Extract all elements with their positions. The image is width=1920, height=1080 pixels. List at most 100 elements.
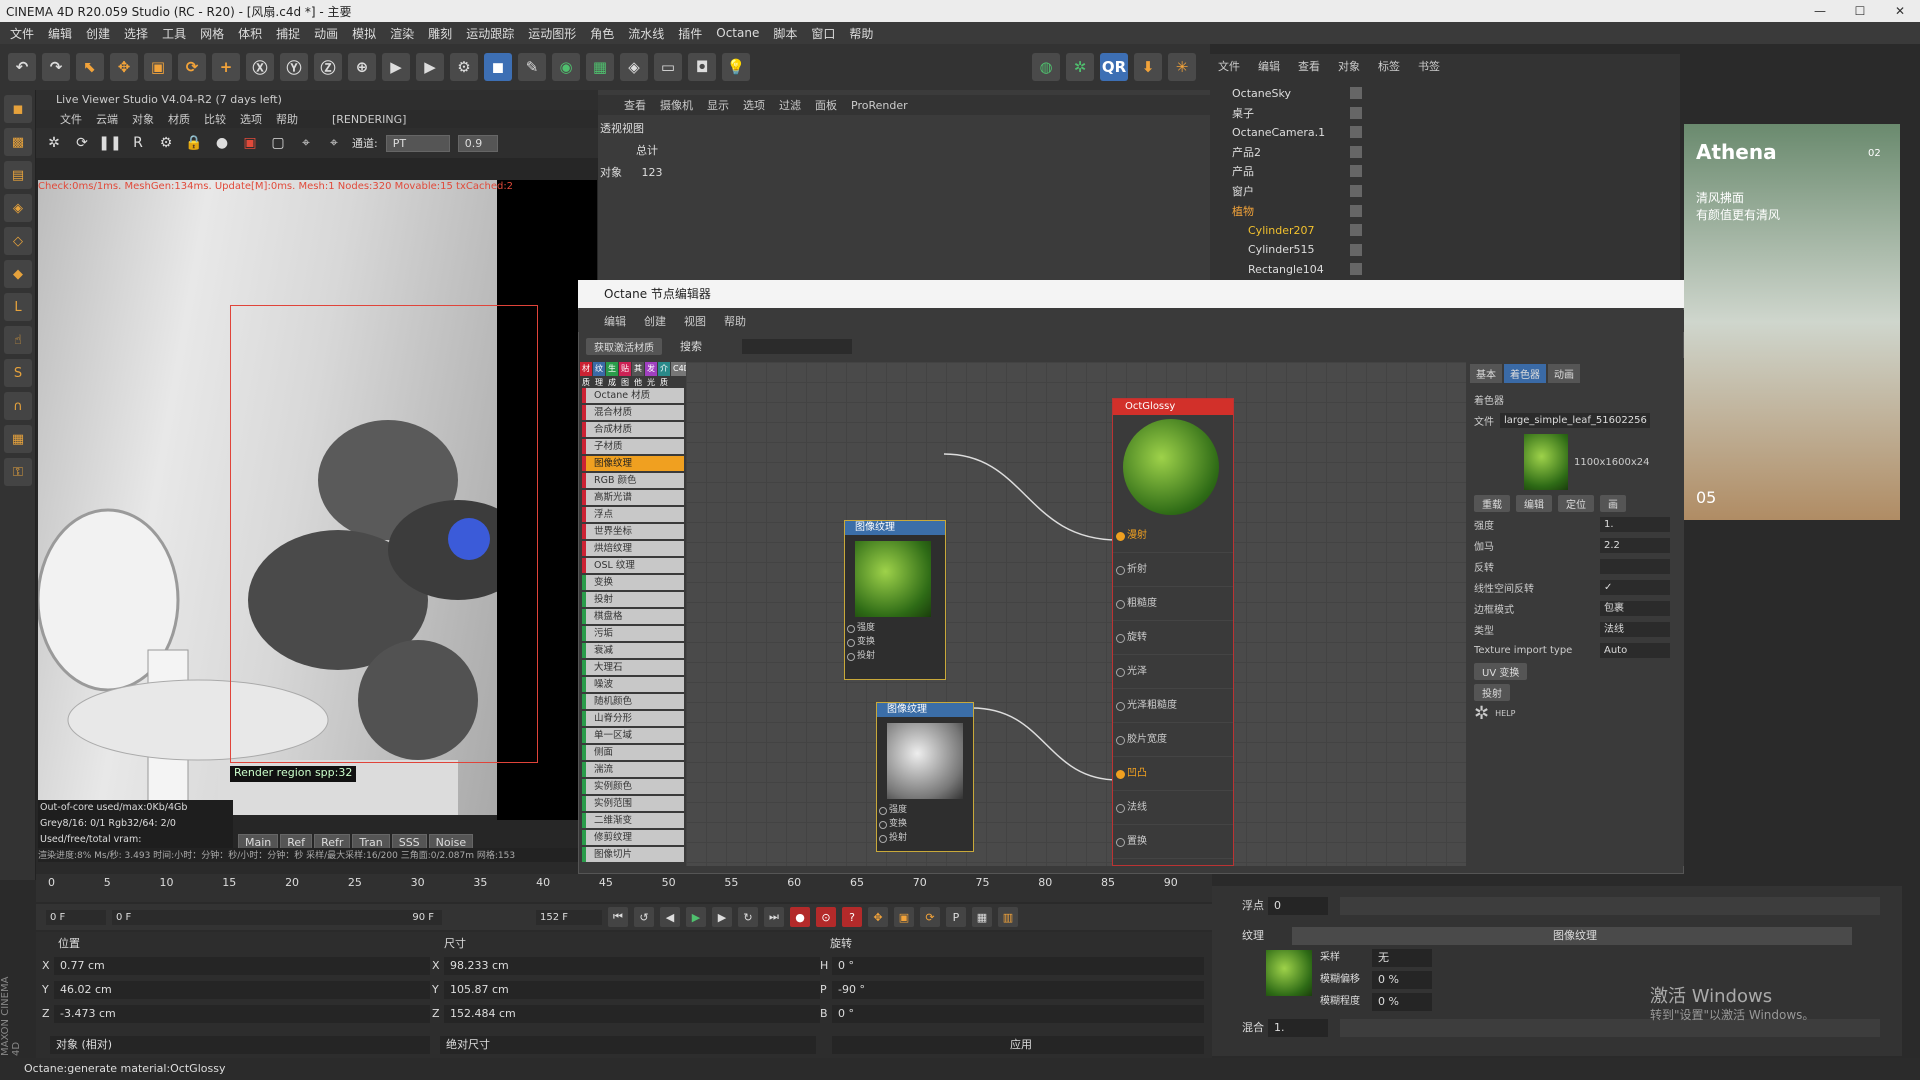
menu-item[interactable]: 网格 — [200, 25, 224, 42]
node-list-item[interactable]: 世界坐标 — [582, 524, 684, 539]
lv-menu-options[interactable]: 选项 — [240, 111, 262, 127]
channel-select[interactable]: PT — [385, 134, 450, 152]
octane-qr-icon[interactable]: QR — [1100, 53, 1128, 81]
render-picture-icon[interactable]: ▶ — [416, 53, 444, 81]
object-row[interactable]: OctaneCamera.1 — [1222, 123, 1582, 141]
redo-icon[interactable]: ↷ — [42, 53, 70, 81]
lv-menu-cloud[interactable]: 云端 — [96, 111, 118, 127]
add-icon[interactable]: + — [212, 53, 240, 81]
get-active-material-button[interactable]: 获取激活材质 — [586, 337, 662, 355]
undo-icon[interactable]: ↶ — [8, 53, 36, 81]
draw-button[interactable]: 画 — [1600, 495, 1626, 512]
edges-mode-icon[interactable]: ◇ — [4, 227, 32, 255]
pen-icon[interactable]: ✎ — [518, 53, 546, 81]
projection-button[interactable]: 投射 — [1474, 684, 1510, 701]
glossy-port[interactable]: 光泽 — [1113, 655, 1233, 689]
lv-menu-help[interactable]: 帮助 — [276, 111, 298, 127]
image-texture-node-2[interactable]: 图像纹理 强度 变换 投射 — [876, 702, 974, 852]
param-key-icon[interactable]: P — [946, 907, 966, 927]
world-coords-icon[interactable]: ⊕ — [348, 53, 376, 81]
rotate-icon[interactable]: ⟳ — [178, 53, 206, 81]
node-list-item[interactable]: 噪波 — [582, 677, 684, 692]
menu-item[interactable]: 创建 — [86, 25, 110, 42]
object-row[interactable]: Rectangle104 — [1222, 260, 1582, 278]
object-row[interactable]: 植物 — [1222, 202, 1582, 220]
menu-item[interactable]: 运动跟踪 — [466, 25, 514, 42]
ne-menu-help[interactable]: 帮助 — [724, 313, 746, 329]
om-menu-edit[interactable]: 编辑 — [1258, 58, 1280, 74]
category-tab[interactable]: 其他 — [632, 362, 644, 387]
node-list-item[interactable]: 湍流 — [582, 762, 684, 777]
camera-icon[interactable]: ◘ — [688, 53, 716, 81]
menu-item[interactable]: 运动图形 — [528, 25, 576, 42]
port-projection[interactable]: 投射 — [845, 649, 945, 663]
workplane-icon[interactable]: ▤ — [4, 161, 32, 189]
glossy-port[interactable]: 凹凸 — [1113, 757, 1233, 791]
menu-item[interactable]: 窗口 — [811, 25, 835, 42]
grid-icon[interactable]: ▦ — [4, 425, 32, 453]
perspective-viewport[interactable] — [598, 90, 1210, 280]
octane-settings-icon[interactable]: ✲ — [1066, 53, 1094, 81]
go-end-icon[interactable]: ⏭ — [764, 907, 784, 927]
next-key-icon[interactable]: ↻ — [738, 907, 758, 927]
vp-menu-options[interactable]: 选项 — [743, 97, 765, 113]
vp-menu-display[interactable]: 显示 — [707, 97, 729, 113]
points-mode-icon[interactable]: ◈ — [4, 194, 32, 222]
glossy-port[interactable]: 光泽粗糙度 — [1113, 689, 1233, 723]
pos-field[interactable]: 0.77 cm — [54, 957, 430, 975]
float-slider[interactable] — [1340, 897, 1880, 915]
max-frame-field[interactable]: 152 F — [536, 909, 602, 925]
node-list-item[interactable]: 实例颜色 — [582, 779, 684, 794]
rot-field[interactable]: 0 ° — [832, 1005, 1204, 1023]
category-tab[interactable]: 纹理 — [593, 362, 605, 387]
z-axis-icon[interactable]: Ⓩ — [314, 53, 342, 81]
property-field[interactable] — [1600, 559, 1670, 574]
menu-item[interactable]: 捕捉 — [276, 25, 300, 42]
property-field[interactable]: 1. — [1600, 517, 1670, 532]
timeline-layout-icon[interactable]: ▥ — [998, 907, 1018, 927]
node-graph[interactable]: 图像纹理 强度 变换 投射 图像纹理 强度 变换 投射 — [686, 362, 1466, 866]
visibility-toggle[interactable] — [1350, 185, 1362, 197]
om-menu-object[interactable]: 对象 — [1338, 58, 1360, 74]
category-tab[interactable]: 介质 — [658, 362, 670, 387]
pause-icon[interactable]: ❚❚ — [98, 133, 121, 153]
sample-select[interactable]: 无 — [1372, 949, 1432, 967]
node-list-item[interactable]: 烘焙纹理 — [582, 541, 684, 556]
scale-key-icon[interactable]: ▣ — [894, 907, 914, 927]
menu-item[interactable]: 工具 — [162, 25, 186, 42]
node-list-item[interactable]: 随机颜色 — [582, 694, 684, 709]
om-menu-file[interactable]: 文件 — [1218, 58, 1240, 74]
vp-menu-prorender[interactable]: ProRender — [851, 99, 908, 112]
visibility-toggle[interactable] — [1350, 204, 1362, 217]
next-frame-icon[interactable]: ▶ — [712, 907, 732, 927]
lock-icon[interactable]: 🔒 — [184, 133, 204, 153]
glossy-port[interactable]: 法线 — [1113, 791, 1233, 825]
node-list-item[interactable]: 变换 — [582, 575, 684, 590]
rotate-key-icon[interactable]: ⟳ — [920, 907, 940, 927]
mix-field[interactable]: 1. — [1268, 1019, 1328, 1037]
node-list-item[interactable]: 图像切片 — [582, 847, 684, 862]
move-icon[interactable]: ✥ — [110, 53, 138, 81]
ne-menu-view[interactable]: 视图 — [684, 313, 706, 329]
tweak-icon[interactable]: ☝ — [4, 326, 32, 354]
autokey-icon[interactable]: ⊙ — [816, 907, 836, 927]
object-row[interactable]: 窗户 — [1222, 182, 1582, 200]
light-icon[interactable]: 💡 — [722, 53, 750, 81]
polygons-mode-icon[interactable]: ◆ — [4, 260, 32, 288]
port-strength-2[interactable]: 强度 — [877, 803, 973, 817]
vp-menu-panel[interactable]: 面板 — [815, 97, 837, 113]
model-mode-icon[interactable]: ◼ — [4, 95, 32, 123]
category-tab[interactable]: 贴图 — [619, 362, 631, 387]
node-list-item[interactable]: 侧面 — [582, 745, 684, 760]
node-list-item[interactable]: 衰减 — [582, 643, 684, 658]
visibility-toggle[interactable] — [1350, 106, 1362, 119]
minimize-button[interactable]: — — [1800, 4, 1840, 18]
cube-icon[interactable]: ◼ — [484, 53, 512, 81]
property-field[interactable]: 包裹 — [1600, 601, 1670, 616]
node-list-item[interactable]: 混合材质 — [582, 405, 684, 420]
locate-button[interactable]: 定位 — [1558, 495, 1594, 512]
render-region-icon[interactable]: ▣ — [240, 133, 260, 153]
visibility-toggle[interactable] — [1350, 145, 1362, 158]
menu-item[interactable]: 文件 — [10, 25, 34, 42]
node-list-item[interactable]: 实例范围 — [582, 796, 684, 811]
